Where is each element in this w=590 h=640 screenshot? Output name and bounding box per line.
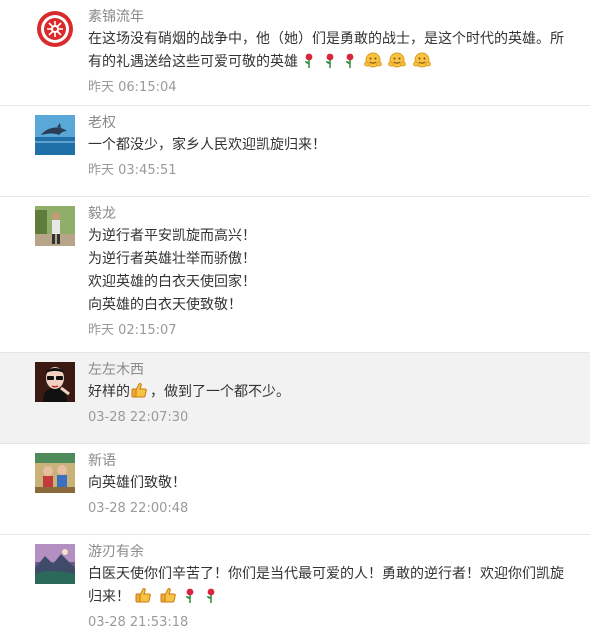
comment-timestamp: 昨天 06:15:04 (88, 80, 177, 95)
comment-timestamp: 昨天 02:15:07 (88, 323, 177, 338)
dolphin-avatar-icon (35, 115, 75, 155)
commenter-name[interactable]: 素锦流年 (88, 8, 580, 26)
comment-item: 游刃有余 白医天使你们辛苦了！你们是当代最可爱的人！勇敢的逆行者！欢迎你们凯旋 … (0, 535, 590, 640)
thumbs-up-icon (131, 383, 147, 398)
avatar[interactable] (35, 9, 75, 49)
comment-text: 白医天使你们辛苦了！你们是当代最可爱的人！勇敢的逆行者！欢迎你们凯旋 归来！ (88, 563, 580, 609)
avatar[interactable] (35, 453, 75, 493)
comment-line: 一个都没少，家乡人民欢迎凯旋归来！ (88, 137, 326, 153)
comment-line: 向英雄们致敬！ (88, 475, 186, 491)
comment-item: 老权 一个都没少，家乡人民欢迎凯旋归来！ 昨天 03:45:51 (0, 106, 590, 197)
comment-line: ，做到了一个都不少。 (150, 384, 290, 400)
comment-text: 一个都没少，家乡人民欢迎凯旋归来！ (88, 134, 580, 157)
rose-icon (206, 588, 215, 603)
rose-icon (305, 53, 313, 68)
comment-text: 在这场没有硝烟的战争中，他（她）们是勇敢的战士，是这个时代的英雄。所 有的礼遇送… (88, 28, 580, 74)
comment-timestamp: 03-28 21:53:18 (88, 615, 189, 630)
comment-line: 归来！ (88, 589, 130, 605)
avatar[interactable] (35, 362, 75, 402)
comment-line: 在这场没有硝烟的战争中，他（她）们是勇敢的战士，是这个时代的英雄。所 (88, 31, 564, 47)
comment-line: 为逆行者平安凯旋而高兴！ (88, 228, 256, 244)
rose-icon (325, 53, 334, 68)
avatar[interactable] (35, 206, 75, 246)
person-outdoor-avatar-icon (35, 206, 75, 246)
comment-item: 素锦流年 在这场没有硝烟的战争中，他（她）们是勇敢的战士，是这个时代的英雄。所 … (0, 0, 590, 106)
commenter-name[interactable]: 老权 (88, 114, 580, 132)
comment-item: 新语 向英雄们致敬！ 03-28 22:00:48 (0, 444, 590, 535)
comment-item: 毅龙 为逆行者平安凯旋而高兴！ 为逆行者英雄壮举而骄傲！ 欢迎英雄的白衣天使回家… (0, 197, 590, 353)
comment-line: 为逆行者英雄壮举而骄傲！ (88, 251, 256, 267)
avatar[interactable] (35, 544, 75, 584)
comment-timestamp: 昨天 03:45:51 (88, 163, 177, 178)
landscape-avatar-icon (35, 544, 75, 584)
commenter-name[interactable]: 毅龙 (88, 205, 580, 223)
comment-item: 左左木西 好样的 ，做到了一个都不少。 03-28 22:07:30 (0, 353, 590, 444)
sunglasses-girl-avatar-icon (35, 362, 75, 402)
commenter-name[interactable]: 新语 (88, 452, 580, 470)
comment-line: 好样的 (88, 384, 130, 400)
comment-timestamp: 03-28 22:07:30 (88, 410, 189, 425)
comment-line: 有的礼遇送给这些可爱可敬的英雄 (88, 54, 298, 70)
thumbs-up-icon (160, 588, 176, 603)
comment-timestamp: 03-28 22:00:48 (88, 501, 189, 516)
comment-text: 向英雄们致敬！ (88, 472, 580, 495)
comment-line: 欢迎英雄的白衣天使回家！ (88, 274, 256, 290)
hug-icon (412, 52, 431, 68)
comment-line: 白医天使你们辛苦了！你们是当代最可爱的人！勇敢的逆行者！欢迎你们凯旋 (88, 566, 564, 582)
hug-icon (363, 52, 382, 68)
avatar[interactable] (35, 115, 75, 155)
comment-line: 向英雄的白衣天使致敬！ (88, 297, 242, 313)
commenter-name[interactable]: 左左木西 (88, 361, 580, 379)
comment-list: 素锦流年 在这场没有硝烟的战争中，他（她）们是勇敢的战士，是这个时代的英雄。所 … (0, 0, 590, 640)
comment-text: 好样的 ，做到了一个都不少。 (88, 381, 580, 404)
thumbs-up-icon (135, 588, 152, 603)
comment-text: 为逆行者平安凯旋而高兴！ 为逆行者英雄壮举而骄傲！ 欢迎英雄的白衣天使回家！ 向… (88, 225, 580, 317)
hug-icon (388, 52, 407, 68)
rose-icon (186, 588, 194, 603)
red-papercut-avatar-icon (35, 9, 75, 49)
commenter-name[interactable]: 游刃有余 (88, 543, 580, 561)
children-avatar-icon (35, 453, 75, 493)
rose-icon (346, 53, 354, 68)
